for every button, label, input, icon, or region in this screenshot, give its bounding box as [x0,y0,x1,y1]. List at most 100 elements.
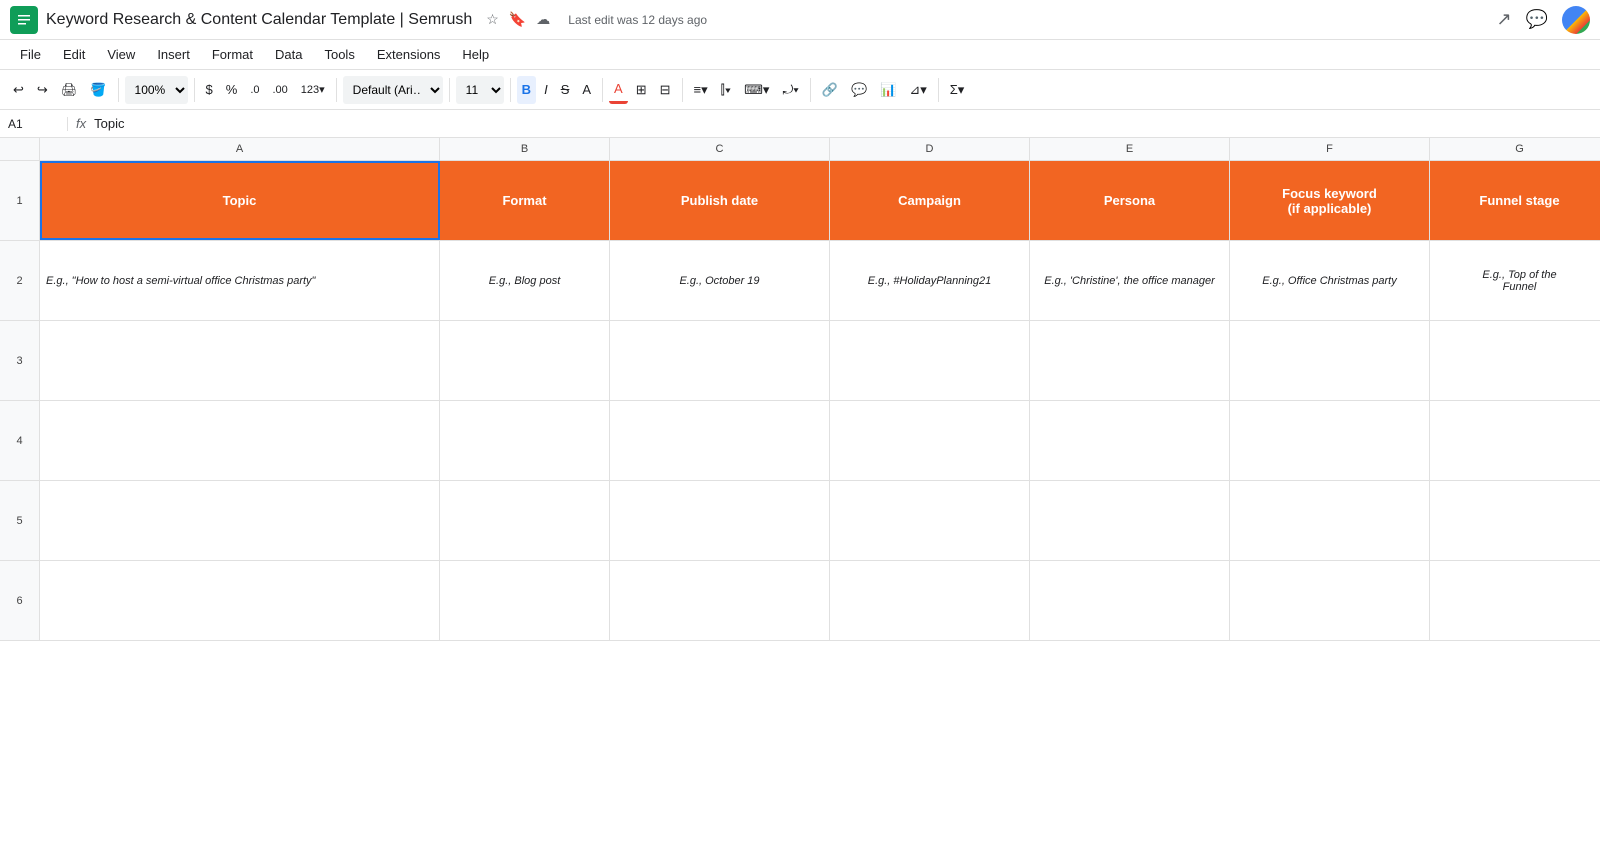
cell-c4[interactable] [610,401,830,480]
col-header-b[interactable]: B [440,138,610,160]
col-header-c[interactable]: C [610,138,830,160]
cell-b3[interactable] [440,321,610,400]
print-button[interactable]: 🖨 [56,76,83,104]
fill-color-button[interactable]: A [609,76,628,104]
cell-e6[interactable] [1030,561,1230,640]
cell-b6[interactable] [440,561,610,640]
cell-g1[interactable]: Funnel stage [1430,161,1600,240]
cell-f4[interactable] [1230,401,1430,480]
col-header-e[interactable]: E [1030,138,1230,160]
cell-g4[interactable] [1430,401,1600,480]
cell-d2[interactable]: E.g., #HolidayPlanning21 [830,241,1030,320]
spreadsheet-container: A B C D E F G 1 Topic Format Publish dat… [0,138,1600,850]
cell-d1[interactable]: Campaign [830,161,1030,240]
cell-c1[interactable]: Publish date [610,161,830,240]
cell-f2[interactable]: E.g., Office Christmas party [1230,241,1430,320]
text-color-button[interactable]: A [577,76,596,104]
menu-data[interactable]: Data [265,43,312,66]
cell-d3[interactable] [830,321,1030,400]
v-align-button[interactable]: ⫿▾ [716,76,737,104]
col-header-d[interactable]: D [830,138,1030,160]
cell-c5[interactable] [610,481,830,560]
borders-button[interactable]: ⊞ [631,76,652,104]
undo-button[interactable]: ↩ [8,76,29,104]
cell-g6[interactable] [1430,561,1600,640]
cell-f1[interactable]: Focus keyword(if applicable) [1230,161,1430,240]
bold-button[interactable]: B [517,76,536,104]
link-button[interactable]: 🔗 [817,76,843,104]
font-size-select[interactable]: 11 10 12 14 [456,76,504,104]
cell-c2[interactable]: E.g., October 19 [610,241,830,320]
menu-edit[interactable]: Edit [53,43,95,66]
row-number-2: 2 [0,241,40,320]
cell-g5[interactable] [1430,481,1600,560]
menu-view[interactable]: View [97,43,145,66]
sum-button[interactable]: Σ▾ [945,76,970,104]
divider-4 [449,78,450,102]
currency-button[interactable]: $ [201,76,218,104]
menu-format[interactable]: Format [202,43,263,66]
italic-button[interactable]: I [539,76,553,104]
filter-button[interactable]: ⊿▾ [904,76,931,104]
star-icon[interactable]: ☆ [486,11,499,28]
cell-d4[interactable] [830,401,1030,480]
strikethrough-button[interactable]: S [556,76,575,104]
user-avatar[interactable] [1562,6,1590,34]
cell-d6[interactable] [830,561,1030,640]
chat-icon[interactable]: 💬 [1526,9,1548,30]
cell-b4[interactable] [440,401,610,480]
cell-f6[interactable] [1230,561,1430,640]
cell-a3[interactable] [40,321,440,400]
chart-button[interactable]: 📊 [875,76,901,104]
font-select[interactable]: Default (Ari… [343,76,443,104]
cell-b1[interactable]: Format [440,161,610,240]
menu-tools[interactable]: Tools [314,43,364,66]
cell-f3[interactable] [1230,321,1430,400]
bookmark-icon[interactable]: 🔖 [509,11,526,28]
cell-reference[interactable]: A1 [8,117,68,131]
cloud-icon[interactable]: ☁ [536,11,550,28]
cell-a5[interactable] [40,481,440,560]
cell-c6[interactable] [610,561,830,640]
wrap-button[interactable]: ⌨▾ [739,76,774,104]
table-row: 3 [0,321,1600,401]
cell-f5[interactable] [1230,481,1430,560]
cell-b2[interactable]: E.g., Blog post [440,241,610,320]
menu-file[interactable]: File [10,43,51,66]
cell-g3[interactable] [1430,321,1600,400]
h-align-button[interactable]: ≡▾ [689,76,713,104]
col-header-a[interactable]: A [40,138,440,160]
decimal-increase-button[interactable]: .00 [268,76,293,104]
comment-button[interactable]: 💬 [846,76,872,104]
formula-content[interactable]: Topic [94,116,124,131]
cell-e2[interactable]: E.g., 'Christine', the office manager [1030,241,1230,320]
cell-e5[interactable] [1030,481,1230,560]
cell-a4[interactable] [40,401,440,480]
cell-a1[interactable]: Topic [40,161,440,240]
row-number-4: 4 [0,401,40,480]
decimal-decrease-button[interactable]: .0 [245,76,264,104]
format-number-button[interactable]: 123▾ [296,76,330,104]
cell-c3[interactable] [610,321,830,400]
paint-format-button[interactable]: 🪣 [85,76,111,104]
cell-g2[interactable]: E.g., Top of theFunnel [1430,241,1600,320]
percent-button[interactable]: % [221,76,243,104]
cell-a6[interactable] [40,561,440,640]
rotate-button[interactable]: ⤾▾ [777,76,803,104]
menu-insert[interactable]: Insert [147,43,200,66]
cell-b5[interactable] [440,481,610,560]
cell-e3[interactable] [1030,321,1230,400]
menu-help[interactable]: Help [452,43,499,66]
zoom-select[interactable]: 100% 75% 125% 150% [125,76,188,104]
redo-button[interactable]: ↪ [32,76,53,104]
cell-a2[interactable]: E.g., "How to host a semi-virtual office… [40,241,440,320]
col-header-g[interactable]: G [1430,138,1600,160]
cell-e1[interactable]: Persona [1030,161,1230,240]
col-header-f[interactable]: F [1230,138,1430,160]
cell-d5[interactable] [830,481,1030,560]
menu-extensions[interactable]: Extensions [367,43,451,66]
trending-icon[interactable]: ↗ [1496,9,1511,30]
divider-6 [602,78,603,102]
cell-e4[interactable] [1030,401,1230,480]
merge-button[interactable]: ⊟ [655,76,676,104]
